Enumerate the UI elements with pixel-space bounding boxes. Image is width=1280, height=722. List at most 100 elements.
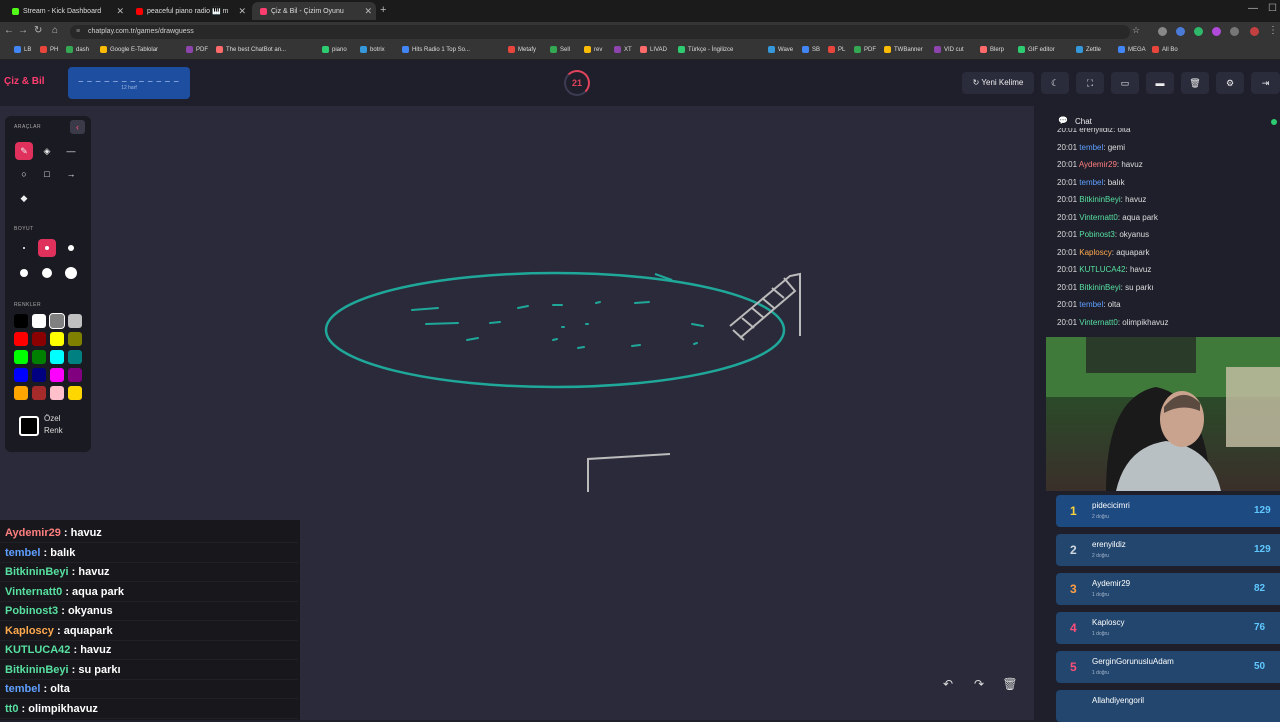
extension-icon[interactable] bbox=[1194, 27, 1203, 36]
bookmark-item[interactable]: MEGA bbox=[1118, 46, 1146, 53]
bookmark-item[interactable]: XT bbox=[614, 46, 632, 53]
line-tool[interactable]: — bbox=[62, 142, 80, 160]
bookmark-item[interactable]: botrix bbox=[360, 46, 385, 53]
redo-button[interactable]: ↷ bbox=[968, 673, 990, 695]
maximize-icon[interactable]: ☐ bbox=[1268, 3, 1277, 14]
color-swatch[interactable] bbox=[32, 332, 46, 346]
bookmark-item[interactable]: LB bbox=[14, 46, 31, 53]
color-swatch[interactable] bbox=[32, 368, 46, 382]
color-swatch[interactable] bbox=[32, 386, 46, 400]
eraser-tool[interactable]: ◈ bbox=[38, 142, 56, 160]
bookmark-item[interactable]: PL bbox=[828, 46, 845, 53]
new-word-button[interactable]: ↻ Yeni Kelime bbox=[962, 72, 1034, 94]
bookmark-item[interactable]: All Bo bbox=[1152, 46, 1178, 53]
fullscreen-button[interactable]: ⛶ bbox=[1076, 72, 1104, 94]
color-swatch[interactable] bbox=[14, 314, 28, 328]
color-swatch[interactable] bbox=[14, 368, 28, 382]
custom-color-swatch[interactable] bbox=[19, 416, 39, 436]
extension-icon[interactable] bbox=[1212, 27, 1221, 36]
color-swatch[interactable] bbox=[50, 332, 64, 346]
clear-canvas-button[interactable]: 🗑 bbox=[999, 673, 1021, 695]
bookmark-item[interactable]: Sell bbox=[550, 46, 570, 53]
color-swatch[interactable] bbox=[50, 368, 64, 382]
bookmark-item[interactable]: TWBanner bbox=[884, 46, 923, 53]
color-swatch[interactable] bbox=[50, 350, 64, 364]
url-field[interactable]: ≡ chatplay.com.tr/games/drawguess bbox=[70, 25, 1130, 39]
back-icon[interactable]: ← bbox=[4, 25, 14, 36]
color-swatch[interactable] bbox=[68, 314, 82, 328]
bookmark-item[interactable]: Google E-Tablolar bbox=[100, 46, 158, 53]
close-icon[interactable]: ✕ bbox=[238, 6, 246, 17]
puzzle-icon[interactable] bbox=[1230, 27, 1239, 36]
color-swatch[interactable] bbox=[49, 313, 65, 329]
color-swatch[interactable] bbox=[68, 386, 82, 400]
arrow-tool[interactable]: → bbox=[62, 165, 80, 183]
color-swatch[interactable] bbox=[14, 350, 28, 364]
size-xxl[interactable] bbox=[62, 264, 80, 282]
clear-button[interactable]: 🗑 bbox=[1181, 72, 1209, 94]
rectangle-tool[interactable]: □ bbox=[38, 165, 56, 183]
tab-kick-dashboard[interactable]: Stream - Kick Dashboard ✕ bbox=[4, 2, 128, 20]
bookmark-item[interactable]: Hits Radio 1 Top So... bbox=[402, 46, 470, 53]
keyboard-button[interactable]: ▭ bbox=[1111, 72, 1139, 94]
fill-tool[interactable]: ◆ bbox=[15, 189, 33, 207]
bookmark-label: GIF editor bbox=[1028, 46, 1055, 53]
dark-mode-toggle[interactable]: ☾ bbox=[1041, 72, 1069, 94]
bookmark-item[interactable]: Wave bbox=[768, 46, 793, 53]
new-tab-button[interactable]: + bbox=[380, 4, 386, 16]
bookmark-item[interactable]: LIVAD bbox=[640, 46, 667, 53]
chat-message: 20:01 tembel: gemi bbox=[1057, 143, 1125, 152]
bookmark-item[interactable]: VID cut bbox=[934, 46, 964, 53]
bookmark-item[interactable]: GIF editor bbox=[1018, 46, 1055, 53]
bookmark-item[interactable]: rev bbox=[584, 46, 602, 53]
bookmark-item[interactable]: Blerp bbox=[980, 46, 1004, 53]
bookmark-item[interactable]: dash bbox=[66, 46, 89, 53]
profile-icon[interactable] bbox=[1250, 27, 1259, 36]
size-l[interactable] bbox=[15, 264, 33, 282]
reload-icon[interactable]: ↻ bbox=[34, 25, 42, 36]
color-swatch[interactable] bbox=[14, 332, 28, 346]
collapse-panel-button[interactable]: ‹ bbox=[70, 120, 85, 134]
brush-tool[interactable]: ✎ bbox=[15, 142, 33, 160]
close-icon[interactable]: ✕ bbox=[364, 6, 372, 17]
circle-tool[interactable]: ○ bbox=[15, 165, 33, 183]
size-m[interactable] bbox=[62, 239, 80, 257]
app-logo[interactable]: Çiz & Bil bbox=[4, 76, 45, 87]
size-s[interactable] bbox=[38, 239, 56, 257]
home-icon[interactable]: ⌂ bbox=[52, 25, 58, 36]
extension-icon[interactable] bbox=[1158, 27, 1167, 36]
undo-button[interactable]: ↶ bbox=[937, 673, 959, 695]
custom-color-label[interactable]: Özel Renk bbox=[44, 413, 63, 437]
size-xs[interactable] bbox=[15, 239, 33, 257]
minimize-icon[interactable]: — bbox=[1248, 3, 1258, 14]
exit-button[interactable]: ⇥ bbox=[1251, 72, 1280, 94]
forward-icon[interactable]: → bbox=[18, 25, 28, 36]
color-swatch[interactable] bbox=[50, 386, 64, 400]
bookmark-item[interactable]: Zettle bbox=[1076, 46, 1101, 53]
tab-ciz-bil[interactable]: Çiz & Bil - Çizim Oyunu ✕ bbox=[252, 2, 376, 20]
color-swatch[interactable] bbox=[68, 332, 82, 346]
bookmark-item[interactable]: piano bbox=[322, 46, 347, 53]
panel-toggle-button[interactable]: ▬ bbox=[1146, 72, 1174, 94]
color-swatch[interactable] bbox=[14, 386, 28, 400]
size-xl[interactable] bbox=[38, 264, 56, 282]
close-icon[interactable]: ✕ bbox=[116, 6, 124, 17]
extension-icon[interactable] bbox=[1176, 27, 1185, 36]
bookmark-item[interactable]: SB bbox=[802, 46, 820, 53]
menu-icon[interactable]: ⋮ bbox=[1268, 25, 1278, 36]
bookmark-item[interactable]: The best ChatBot an... bbox=[216, 46, 286, 53]
bookmark-item[interactable]: PDF bbox=[854, 46, 876, 53]
color-swatch[interactable] bbox=[32, 314, 46, 328]
bookmark-item[interactable]: Metafy bbox=[508, 46, 536, 53]
bookmark-item[interactable]: Türkçe - İngilizce bbox=[678, 46, 733, 53]
tab-piano-radio[interactable]: peaceful piano radio 🎹 m ✕ bbox=[128, 2, 250, 20]
bookmark-item[interactable]: PH bbox=[40, 46, 58, 53]
bookmark-item[interactable]: PDF bbox=[186, 46, 208, 53]
color-swatch[interactable] bbox=[32, 350, 46, 364]
color-swatch[interactable] bbox=[68, 350, 82, 364]
online-indicator bbox=[1271, 119, 1277, 125]
player-rank: 1 bbox=[1070, 504, 1077, 518]
settings-button[interactable]: ⚙ bbox=[1216, 72, 1244, 94]
color-swatch[interactable] bbox=[68, 368, 82, 382]
bookmark-star-icon[interactable]: ☆ bbox=[1132, 25, 1140, 36]
